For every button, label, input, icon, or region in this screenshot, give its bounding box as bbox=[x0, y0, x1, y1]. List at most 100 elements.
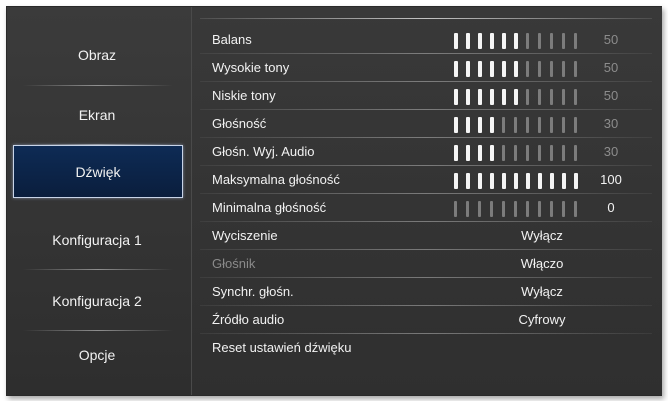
level-segment bbox=[562, 117, 565, 133]
setting-value: 50 bbox=[603, 88, 619, 103]
level-segment bbox=[538, 89, 541, 105]
level-segment bbox=[550, 33, 553, 49]
setting-label: Synchr. głośn. bbox=[212, 284, 294, 299]
level-segment bbox=[562, 89, 565, 105]
sidebar-item-ekran[interactable]: Ekran bbox=[11, 87, 183, 143]
level-segment bbox=[562, 33, 565, 49]
level-segment bbox=[490, 61, 494, 77]
sidebar-item-label: Ekran bbox=[78, 107, 116, 123]
sidebar-item-opcje[interactable]: Opcje bbox=[11, 327, 183, 383]
level-segment bbox=[478, 89, 482, 105]
level-segment bbox=[550, 145, 553, 161]
level-segment bbox=[550, 117, 553, 133]
level-segment bbox=[538, 145, 541, 161]
level-segment bbox=[490, 201, 493, 217]
setting-value: 50 bbox=[603, 32, 619, 47]
setting-row-wyciszenie[interactable]: Wyciszenie Wyłącz bbox=[192, 222, 662, 250]
panel-divider bbox=[200, 18, 652, 19]
level-segment bbox=[514, 117, 517, 133]
level-segment bbox=[514, 61, 518, 77]
level-segment bbox=[466, 33, 470, 49]
setting-value: 50 bbox=[603, 60, 619, 75]
level-segment bbox=[514, 33, 518, 49]
level-segment bbox=[466, 173, 470, 189]
level-segment bbox=[490, 33, 494, 49]
level-segment bbox=[466, 201, 469, 217]
setting-row-reset[interactable]: Reset ustawień dźwięku bbox=[192, 334, 662, 362]
level-segment bbox=[466, 61, 470, 77]
setting-row-glosn-wyj-audio[interactable]: Głośn. Wyj. Audio 30 bbox=[192, 138, 662, 166]
level-segment bbox=[466, 89, 470, 105]
level-segment bbox=[490, 173, 494, 189]
setting-row-balans[interactable]: Balans 50 bbox=[192, 26, 662, 54]
setting-row-glosnosc[interactable]: Głośność 30 bbox=[192, 110, 662, 138]
level-segment bbox=[502, 89, 506, 105]
level-segment bbox=[454, 61, 458, 77]
sidebar-item-konfiguracja-1[interactable]: Konfiguracja 1 bbox=[11, 212, 183, 268]
level-slider[interactable] bbox=[454, 173, 594, 189]
level-segment bbox=[526, 89, 529, 105]
level-slider[interactable] bbox=[454, 61, 594, 77]
level-segment bbox=[454, 173, 458, 189]
level-segment bbox=[466, 117, 470, 133]
setting-row-minimalna-glosnosc[interactable]: Minimalna głośność 0 bbox=[192, 194, 662, 222]
level-segment bbox=[574, 117, 577, 133]
level-segment bbox=[562, 201, 565, 217]
setting-label: Głośn. Wyj. Audio bbox=[212, 144, 315, 159]
sidebar-item-obraz[interactable]: Obraz bbox=[11, 27, 183, 83]
level-segment bbox=[502, 173, 506, 189]
level-segment bbox=[550, 89, 553, 105]
level-segment bbox=[574, 173, 578, 189]
level-segment bbox=[538, 173, 542, 189]
level-slider[interactable] bbox=[454, 201, 594, 217]
sidebar-item-konfiguracja-2[interactable]: Konfiguracja 2 bbox=[11, 273, 183, 329]
level-segment bbox=[550, 173, 554, 189]
level-segment bbox=[502, 201, 505, 217]
setting-label: Źródło audio bbox=[212, 312, 285, 327]
setting-label: Maksymalna głośność bbox=[212, 172, 340, 187]
setting-label: Balans bbox=[212, 32, 252, 47]
sidebar-item-label: Konfiguracja 1 bbox=[52, 232, 142, 248]
level-segment bbox=[574, 89, 577, 105]
level-segment bbox=[478, 201, 481, 217]
level-slider[interactable] bbox=[454, 117, 594, 133]
level-segment bbox=[562, 173, 566, 189]
level-slider[interactable] bbox=[454, 145, 594, 161]
level-segment bbox=[538, 61, 541, 77]
settings-panel: Balans 50 Wysokie tony 50 Niskie tony 50… bbox=[191, 7, 662, 395]
level-segment bbox=[502, 33, 506, 49]
category-sidebar: Obraz Ekran Dźwięk Konfiguracja 1 Konfig… bbox=[7, 7, 191, 395]
setting-row-zrodlo-audio[interactable]: Źródło audio Cyfrowy bbox=[192, 306, 662, 334]
setting-row-wysokie-tony[interactable]: Wysokie tony 50 bbox=[192, 54, 662, 82]
setting-row-synchr-glosn[interactable]: Synchr. głośn. Wyłącz bbox=[192, 278, 662, 306]
level-segment bbox=[454, 201, 457, 217]
level-segment bbox=[454, 89, 458, 105]
level-slider[interactable] bbox=[454, 89, 594, 105]
reset-sound-settings-button[interactable]: Reset ustawień dźwięku bbox=[212, 340, 351, 355]
setting-label: Niskie tony bbox=[212, 88, 276, 103]
osd-menu-window: Obraz Ekran Dźwięk Konfiguracja 1 Konfig… bbox=[6, 6, 662, 396]
setting-row-niskie-tony[interactable]: Niskie tony 50 bbox=[192, 82, 662, 110]
level-segment bbox=[550, 201, 553, 217]
setting-value: Cyfrowy bbox=[518, 312, 566, 327]
sidebar-divider bbox=[23, 85, 173, 86]
level-segment bbox=[538, 117, 541, 133]
level-segment bbox=[502, 61, 506, 77]
setting-row-maksymalna-glosnosc[interactable]: Maksymalna głośność 100 bbox=[192, 166, 662, 194]
level-segment bbox=[454, 117, 458, 133]
level-segment bbox=[526, 117, 529, 133]
level-segment bbox=[514, 89, 518, 105]
level-segment bbox=[466, 145, 470, 161]
level-segment bbox=[538, 201, 541, 217]
level-segment bbox=[478, 61, 482, 77]
level-segment bbox=[562, 61, 565, 77]
level-slider[interactable] bbox=[454, 33, 594, 49]
level-segment bbox=[502, 117, 505, 133]
setting-label: Minimalna głośność bbox=[212, 200, 327, 215]
setting-label: Głośność bbox=[212, 116, 267, 131]
sidebar-item-dzwiek[interactable]: Dźwięk bbox=[13, 145, 183, 198]
level-segment bbox=[526, 173, 530, 189]
level-segment bbox=[526, 145, 529, 161]
level-segment bbox=[526, 33, 529, 49]
level-segment bbox=[574, 33, 577, 49]
